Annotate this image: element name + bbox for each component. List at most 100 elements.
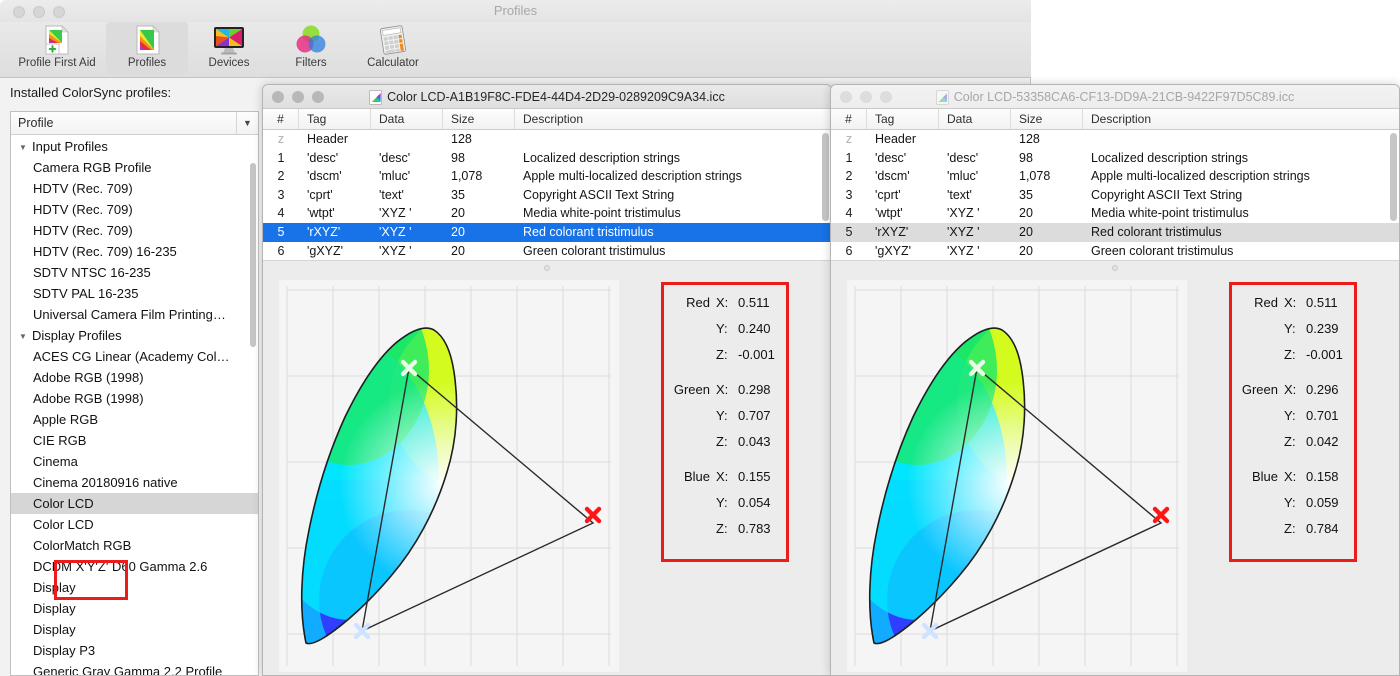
icc1-splitter[interactable] xyxy=(263,260,831,274)
table-row[interactable]: 1 'desc' 'desc' 98 Localized description str… xyxy=(831,149,1399,168)
table-row[interactable]: 5 'rXYZ' 'XYZ ' 20 Red colorant tristimulus xyxy=(831,222,1399,242)
profile-group-row[interactable]: ▼ Input Profiles xyxy=(11,136,258,157)
icc2-table-scroll-thumb[interactable] xyxy=(1390,133,1397,221)
icc2-table-body[interactable]: z Header 128 1 'desc' 'desc' 98 Localized descr… xyxy=(831,130,1399,260)
splitter-handle-icon[interactable] xyxy=(544,265,550,271)
icc1-titlebar[interactable]: Color LCD-A1B19F8C-FDE4-44D4-2D29-028920… xyxy=(263,85,831,109)
table-row[interactable]: 1 'desc' 'desc' 98 Localized description str… xyxy=(263,149,831,168)
toolbar-item-calculator[interactable]: Calculator xyxy=(352,22,434,74)
profile-list-item[interactable]: Cinema 20180916 native xyxy=(11,472,258,493)
splitter-handle-icon[interactable] xyxy=(1112,265,1118,271)
channel-label: Blue xyxy=(1251,469,1278,484)
column-header-number[interactable]: # xyxy=(831,109,867,129)
icc2-title-group: Color LCD-53358CA6-CF13-DD9A-21CB-9422F9… xyxy=(831,85,1399,109)
column-header-size[interactable]: Size xyxy=(1011,109,1083,129)
cell-description: Localized description strings xyxy=(1091,150,1249,165)
icc2-table-scrollbar[interactable] xyxy=(1390,133,1397,253)
icc2-splitter[interactable] xyxy=(831,260,1399,274)
cell-description: Red colorant tristimulus xyxy=(523,224,654,239)
table-row[interactable]: 4 'wtpt' 'XYZ ' 20 Media white-point tristim… xyxy=(263,204,831,223)
column-header-size[interactable]: Size xyxy=(443,109,515,129)
cell-tag: 'dscm' xyxy=(875,169,910,184)
tristimulus-value-row: Y: 0.707 xyxy=(670,408,776,434)
cell-size: 20 xyxy=(1019,243,1033,258)
icc1-table-scroll-thumb[interactable] xyxy=(822,133,829,221)
cell-description: Apple multi-localized description string… xyxy=(1091,169,1310,184)
cell-size: 98 xyxy=(451,150,465,165)
profile-list-item[interactable]: HDTV (Rec. 709) xyxy=(11,220,258,241)
table-row[interactable]: z Header 128 xyxy=(831,130,1399,149)
toolbar-item-profile-first-aid[interactable]: Profile First Aid xyxy=(8,22,106,74)
table-row[interactable]: z Header 128 xyxy=(263,130,831,149)
column-header-tag[interactable]: Tag xyxy=(867,109,939,129)
table-row[interactable]: 6 'gXYZ' 'XYZ ' 20 Green colorant tristimulu… xyxy=(263,242,831,260)
profile-list-item[interactable]: Camera RGB Profile xyxy=(11,157,258,178)
toolbar-item-filters[interactable]: Filters xyxy=(270,22,352,74)
cell-data: 'text' xyxy=(379,187,404,202)
channel-label: Green xyxy=(1241,382,1278,397)
profile-column-header[interactable]: Profile ▼ xyxy=(11,112,258,135)
column-header-description[interactable]: Description xyxy=(515,109,831,129)
column-header-tag[interactable]: Tag xyxy=(299,109,371,129)
profile-list-item[interactable]: HDTV (Rec. 709) xyxy=(11,199,258,220)
profile-list-item[interactable]: HDTV (Rec. 709) xyxy=(11,178,258,199)
column-header-data[interactable]: Data xyxy=(939,109,1011,129)
tristimulus-value-row: Y: 0.239 xyxy=(1238,321,1344,347)
table-row[interactable]: 3 'cprt' 'text' 35 Copyright ASCII Text Stri… xyxy=(831,186,1399,205)
profile-list-item[interactable]: Cinema xyxy=(11,451,258,472)
axis-label: Z: xyxy=(1284,521,1296,536)
table-row[interactable]: 2 'dscm' 'mluc' 1,078 Apple multi-localized … xyxy=(831,167,1399,186)
profile-list-item[interactable]: Display xyxy=(11,619,258,640)
profile-list-item[interactable]: Adobe RGB (1998) xyxy=(11,367,258,388)
icc1-table-scrollbar[interactable] xyxy=(822,133,829,253)
axis-label: Y: xyxy=(1284,408,1296,423)
profile-item-label: HDTV (Rec. 709) xyxy=(33,223,133,238)
profile-list-item[interactable]: Display xyxy=(11,598,258,619)
cell-number: 3 xyxy=(845,187,853,202)
toolbar-item-profiles[interactable]: Profiles xyxy=(106,22,188,74)
cell-size: 128 xyxy=(1019,132,1040,146)
cell-data: 'XYZ ' xyxy=(947,206,980,221)
profile-list-item[interactable]: Display P3 xyxy=(11,640,258,661)
profile-list-item[interactable]: SDTV NTSC 16-235 xyxy=(11,262,258,283)
profile-list[interactable]: ▼ Input Profiles Camera RGB Profile HDTV (R… xyxy=(11,135,258,675)
cell-description: Green colorant tristimulus xyxy=(1091,243,1234,258)
table-row[interactable]: 2 'dscm' 'mluc' 1,078 Apple multi-localized … xyxy=(263,167,831,186)
chevron-down-icon[interactable]: ▼ xyxy=(236,112,258,134)
cell-number: 1 xyxy=(845,150,853,165)
profile-list-item[interactable]: SDTV PAL 16-235 xyxy=(11,283,258,304)
table-row[interactable]: 4 'wtpt' 'XYZ ' 20 Media white-point tristim… xyxy=(831,204,1399,223)
main-titlebar[interactable]: Profiles xyxy=(0,0,1031,22)
table-row[interactable]: 6 'gXYZ' 'XYZ ' 20 Green colorant tristimulu… xyxy=(831,242,1399,260)
profile-list-item[interactable]: DCDM X'Y'Z' D60 Gamma 2.6 xyxy=(11,556,258,577)
profile-list-item[interactable]: ACES CG Linear (Academy Col… xyxy=(11,346,258,367)
value-group-spacer xyxy=(670,373,776,382)
profile-list-item[interactable]: Color LCD xyxy=(11,514,258,535)
axis-value: 0.155 xyxy=(738,469,771,484)
profile-list-item[interactable]: Color LCD xyxy=(11,493,258,514)
profile-list-item[interactable]: Apple RGB xyxy=(11,409,258,430)
icc2-titlebar[interactable]: Color LCD-53358CA6-CF13-DD9A-21CB-9422F9… xyxy=(831,85,1399,109)
table-row[interactable]: 5 'rXYZ' 'XYZ ' 20 Red colorant tristimulus xyxy=(263,222,831,242)
column-header-data[interactable]: Data xyxy=(371,109,443,129)
table-row[interactable]: 3 'cprt' 'text' 35 Copyright ASCII Text Stri… xyxy=(263,186,831,205)
disclosure-triangle-icon[interactable]: ▼ xyxy=(19,137,29,158)
cell-description: Copyright ASCII Text String xyxy=(523,187,675,202)
profile-list-item[interactable]: Universal Camera Film Printing… xyxy=(11,304,258,325)
profile-group-row[interactable]: ▼ Display Profiles xyxy=(11,325,258,346)
profile-item-label: HDTV (Rec. 709) xyxy=(33,202,133,217)
disclosure-triangle-icon[interactable]: ▼ xyxy=(19,326,29,347)
column-header-number[interactable]: # xyxy=(263,109,299,129)
axis-value: 0.059 xyxy=(1306,495,1339,510)
profile-list-item[interactable]: CIE RGB xyxy=(11,430,258,451)
icc1-table-body[interactable]: z Header 128 1 'desc' 'desc' 98 Localized descr… xyxy=(263,130,831,260)
toolbar-item-devices[interactable]: Devices xyxy=(188,22,270,74)
profile-list-item[interactable]: Display xyxy=(11,577,258,598)
profile-list-item[interactable]: HDTV (Rec. 709) 16-235 xyxy=(11,241,258,262)
profile-list-item[interactable]: ColorMatch RGB xyxy=(11,535,258,556)
cell-tag: Header xyxy=(875,132,916,146)
column-header-description[interactable]: Description xyxy=(1083,109,1399,129)
profile-list-item[interactable]: Adobe RGB (1998) xyxy=(11,388,258,409)
axis-value: 0.784 xyxy=(1306,521,1339,536)
profile-list-item[interactable]: Generic Gray Gamma 2.2 Profile xyxy=(11,661,258,675)
